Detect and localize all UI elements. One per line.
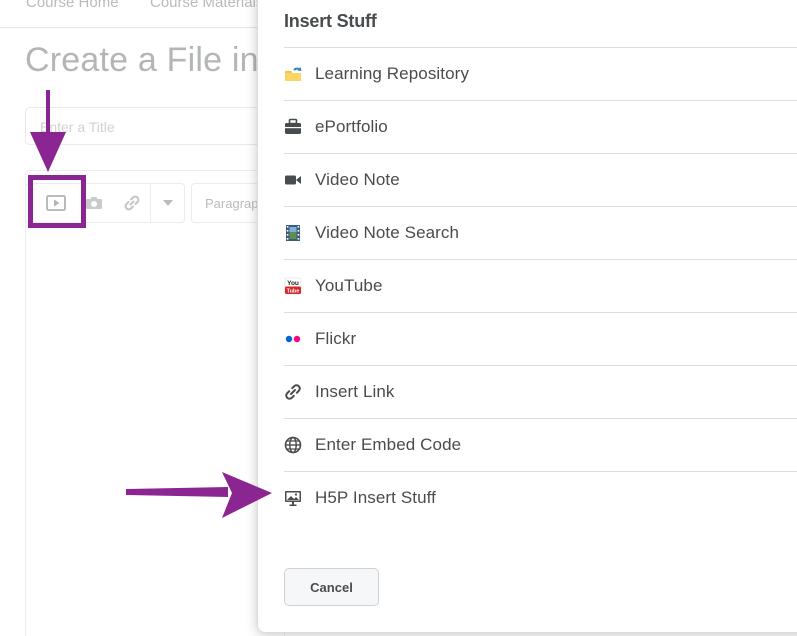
annotation-arrow-right [126,472,272,518]
annotation-arrow-down [30,90,66,172]
annotation-arrows [30,90,272,518]
